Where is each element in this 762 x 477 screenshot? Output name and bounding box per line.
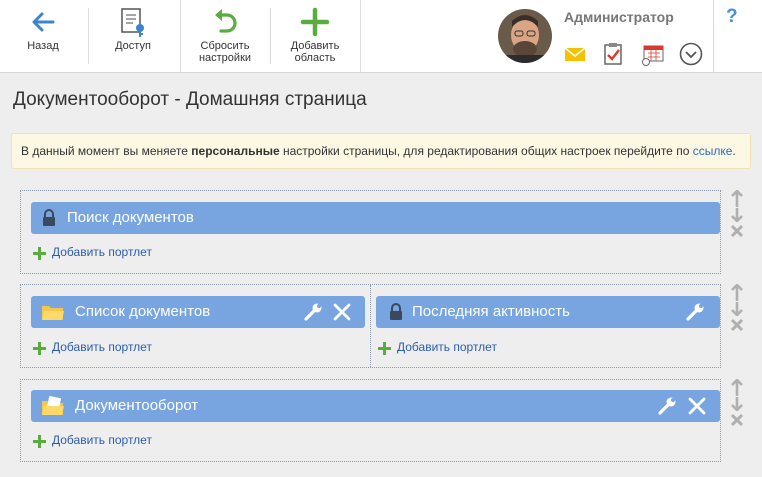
back-label: Назад	[27, 40, 59, 52]
chevron-down-icon[interactable]	[678, 41, 704, 67]
toolbar-divider	[270, 8, 271, 64]
avatar[interactable]	[498, 9, 552, 63]
reset-settings-label: Сбросить настройки	[198, 40, 252, 64]
help-button[interactable]: ?	[726, 6, 738, 28]
close-icon[interactable]	[332, 302, 352, 322]
plus-icon	[33, 342, 46, 355]
folder-doc-icon	[42, 395, 64, 415]
undo-icon	[215, 9, 237, 33]
reset-settings-button[interactable]: Сбросить настройки	[181, 0, 269, 72]
toolbar-divider	[88, 8, 89, 64]
lock-icon	[390, 303, 402, 320]
lock-icon	[43, 209, 55, 226]
portlet-header[interactable]: Поиск документов	[31, 202, 720, 234]
plus-icon	[300, 7, 330, 37]
document-key-icon	[121, 8, 144, 37]
plus-icon	[378, 342, 391, 355]
zone-controls	[729, 284, 745, 334]
layout-zone: Список документов Последняя активность Д…	[20, 284, 721, 368]
toolbar-divider	[360, 0, 361, 72]
mail-icon[interactable]	[562, 41, 588, 67]
calendar-icon[interactable]	[640, 41, 666, 67]
delete-icon[interactable]	[731, 225, 743, 237]
portlet-header[interactable]: Последняя активность	[376, 296, 720, 328]
notice-text: настройки страницы, для редактирования о…	[279, 144, 693, 158]
column-divider	[370, 285, 371, 367]
delete-icon[interactable]	[731, 319, 743, 331]
move-up-icon[interactable]	[730, 379, 744, 397]
close-icon[interactable]	[687, 396, 707, 416]
tasks-icon[interactable]	[600, 41, 626, 67]
zone-controls	[729, 379, 745, 429]
wrench-icon[interactable]	[657, 396, 677, 416]
arrow-left-icon	[32, 12, 55, 32]
access-button[interactable]: Доступ	[90, 0, 176, 72]
plus-icon	[33, 247, 46, 260]
user-photo	[498, 9, 552, 63]
wrench-icon[interactable]	[303, 302, 323, 322]
move-down-icon[interactable]	[730, 208, 744, 222]
portlet-header[interactable]: Список документов	[31, 296, 365, 328]
move-down-icon[interactable]	[730, 302, 744, 316]
move-up-icon[interactable]	[730, 190, 744, 208]
settings-notice: В данный момент вы меняете персональные …	[11, 133, 751, 169]
add-portlet-label: Добавить портлет	[52, 340, 152, 354]
zone-controls	[729, 190, 745, 240]
move-down-icon[interactable]	[730, 397, 744, 411]
page-title: Документооборот - Домашняя страница	[13, 89, 367, 110]
notice-text: В данный момент вы меняете	[21, 144, 192, 158]
layout-zone: Документооборот Добавить портлет	[20, 379, 721, 462]
delete-icon[interactable]	[731, 414, 743, 426]
access-label: Доступ	[115, 40, 151, 52]
wrench-icon[interactable]	[685, 302, 705, 322]
layout-zone: Поиск документов Добавить портлет	[20, 190, 721, 274]
toolbar-divider	[713, 0, 714, 72]
plus-icon	[33, 435, 46, 448]
notice-text: .	[732, 144, 736, 158]
portlet-header[interactable]: Документооборот	[31, 390, 720, 422]
toolbar: Назад Доступ Сбросить настройки Добавить…	[0, 0, 762, 73]
move-up-icon[interactable]	[730, 284, 744, 302]
add-portlet-label: Добавить портлет	[52, 433, 152, 447]
add-area-label: Добавить область	[290, 40, 340, 64]
add-area-button[interactable]: Добавить область	[272, 0, 358, 72]
portlet-title: Поиск документов	[67, 209, 194, 226]
folder-icon	[42, 306, 64, 320]
portlet-title: Последняя активность	[412, 303, 570, 320]
add-portlet-label: Добавить портлет	[397, 340, 497, 354]
back-button[interactable]: Назад	[0, 0, 86, 72]
notice-bold: персональные	[191, 144, 280, 158]
add-portlet-label: Добавить портлет	[52, 245, 152, 259]
username[interactable]: Администратор	[564, 9, 674, 25]
portlet-title: Список документов	[75, 303, 211, 320]
common-settings-link[interactable]: ссылке	[693, 144, 733, 158]
portlet-title: Документооборот	[75, 397, 199, 414]
